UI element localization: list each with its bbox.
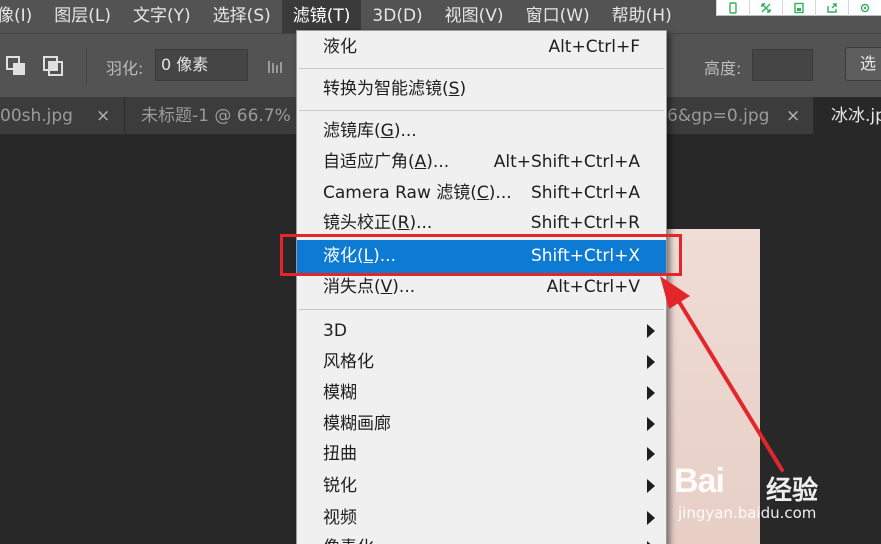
- menu-image[interactable]: 像(I): [0, 0, 43, 33]
- menu-item-blur[interactable]: 模糊: [297, 378, 666, 408]
- menu-item-label: 液化: [323, 37, 357, 57]
- tab-label: 冰冰.jp: [831, 106, 881, 126]
- tab-bingbing[interactable]: 冰冰.jp: [814, 97, 881, 135]
- close-icon[interactable]: ×: [96, 97, 110, 135]
- close-icon[interactable]: ×: [786, 97, 800, 135]
- ribbon-share-icon[interactable]: [815, 0, 848, 16]
- menu-item-label: 模糊: [323, 383, 357, 403]
- style-icon[interactable]: [268, 58, 290, 80]
- menu-item-3d[interactable]: 3D: [297, 316, 666, 346]
- height-input[interactable]: [752, 49, 813, 81]
- menu-divider: [299, 68, 664, 69]
- menu-item-stylize[interactable]: 风格化: [297, 347, 666, 377]
- submenu-arrow-icon: [647, 417, 655, 431]
- menu-item-video[interactable]: 视频: [297, 503, 666, 533]
- baidu-watermark: Bai 经验 jingyan.baidu.com: [672, 462, 852, 532]
- ribbon-settings-icon[interactable]: [848, 0, 881, 16]
- menu-item-label: 滤镜库(G)...: [323, 121, 417, 141]
- menu-window[interactable]: 窗口(W): [515, 0, 601, 33]
- menu-item-adaptive-wide-angle[interactable]: 自适应广角(A)... Alt+Shift+Ctrl+A: [297, 147, 666, 177]
- menu-item-label: 风格化: [323, 352, 374, 372]
- menu-select[interactable]: 选择(S): [202, 0, 282, 33]
- options-divider: [86, 48, 87, 84]
- jingyan-label: 经验: [766, 476, 819, 506]
- baidu-logo: Bai: [674, 462, 725, 500]
- menu-item-label: 锐化: [323, 476, 357, 496]
- tab-label: 未标题-1 @ 66.7%: [141, 106, 291, 126]
- submenu-arrow-icon: [647, 355, 655, 369]
- highlight-box: [280, 234, 682, 276]
- submenu-arrow-icon: [647, 511, 655, 525]
- menu-3d[interactable]: 3D(D): [361, 0, 433, 33]
- feather-input[interactable]: 0 像素: [155, 49, 248, 81]
- height-label: 高度:: [704, 59, 742, 78]
- menu-item-label: 转换为智能滤镜(S): [323, 79, 467, 99]
- menu-item-blur-gallery[interactable]: 模糊画廊: [297, 409, 666, 439]
- tab-label: 6&gp=0.jpg: [667, 106, 770, 126]
- menu-item-shortcut: Alt+Ctrl+F: [548, 37, 640, 57]
- menu-item-sharpen[interactable]: 锐化: [297, 471, 666, 501]
- menu-item-distort[interactable]: 扭曲: [297, 439, 666, 469]
- ribbon-expand-icon[interactable]: [749, 0, 782, 16]
- menu-help[interactable]: 帮助(H): [601, 0, 683, 33]
- submenu-arrow-icon: [647, 447, 655, 461]
- menu-item-label: Camera Raw 滤镜(C)...: [323, 183, 512, 203]
- menu-item-filter-gallery[interactable]: 滤镜库(G)...: [297, 116, 666, 146]
- menu-layer[interactable]: 图层(L): [43, 0, 122, 33]
- filter-menu: 液化 Alt+Ctrl+F 转换为智能滤镜(S) 滤镜库(G)... 自适应广角…: [296, 30, 667, 544]
- feather-label: 羽化:: [106, 59, 144, 78]
- submenu-arrow-icon: [647, 386, 655, 400]
- menu-divider: [299, 110, 664, 111]
- menu-item-label: 消失点(V)...: [323, 277, 416, 297]
- menu-filter[interactable]: 滤镜(T): [281, 0, 362, 33]
- subtract-selection-icon[interactable]: [42, 55, 64, 77]
- tab-untitled[interactable]: 未标题-1 @ 66.7%: [125, 97, 296, 135]
- menu-item-shortcut: Alt+Ctrl+V: [546, 277, 640, 297]
- tab-gp[interactable]: 6&gp=0.jpg ×: [667, 97, 813, 135]
- menu-type[interactable]: 文字(Y): [122, 0, 202, 33]
- top-ribbon: [716, 0, 881, 16]
- menu-item-label: 3D: [323, 321, 347, 341]
- menu-item-last-filter[interactable]: 液化 Alt+Ctrl+F: [297, 32, 666, 62]
- menu-item-label: 扭曲: [323, 444, 357, 464]
- submenu-arrow-icon: [647, 324, 655, 338]
- menu-item-label: 自适应广角(A)...: [323, 152, 450, 172]
- menu-item-shortcut: Shift+Ctrl+A: [530, 183, 640, 203]
- menu-item-pixelate[interactable]: 像素化: [297, 533, 666, 544]
- menu-divider: [299, 309, 664, 310]
- tab-label: 00sh.jpg: [0, 106, 73, 126]
- menu-view[interactable]: 视图(V): [434, 0, 515, 33]
- intersect-selection-icon[interactable]: [5, 55, 27, 77]
- menu-item-label: 像素化: [323, 533, 374, 544]
- watermark-url: jingyan.baidu.com: [678, 504, 817, 522]
- ribbon-save-icon[interactable]: [782, 0, 815, 16]
- menu-item-label: 模糊画廊: [323, 414, 391, 434]
- ribbon-phone-icon[interactable]: [716, 0, 749, 16]
- menu-item-shortcut: Alt+Shift+Ctrl+A: [493, 152, 640, 172]
- menu-item-vanishing-point[interactable]: 消失点(V)... Alt+Ctrl+V: [297, 272, 666, 302]
- menu-item-convert-smart-filters[interactable]: 转换为智能滤镜(S): [297, 74, 666, 104]
- menu-item-camera-raw[interactable]: Camera Raw 滤镜(C)... Shift+Ctrl+A: [297, 178, 666, 208]
- tab-00sh[interactable]: 00sh.jpg ×: [0, 97, 124, 135]
- menu-item-label: 视频: [323, 508, 357, 528]
- submenu-arrow-icon: [647, 479, 655, 493]
- select-and-mask-button[interactable]: 选: [845, 47, 881, 81]
